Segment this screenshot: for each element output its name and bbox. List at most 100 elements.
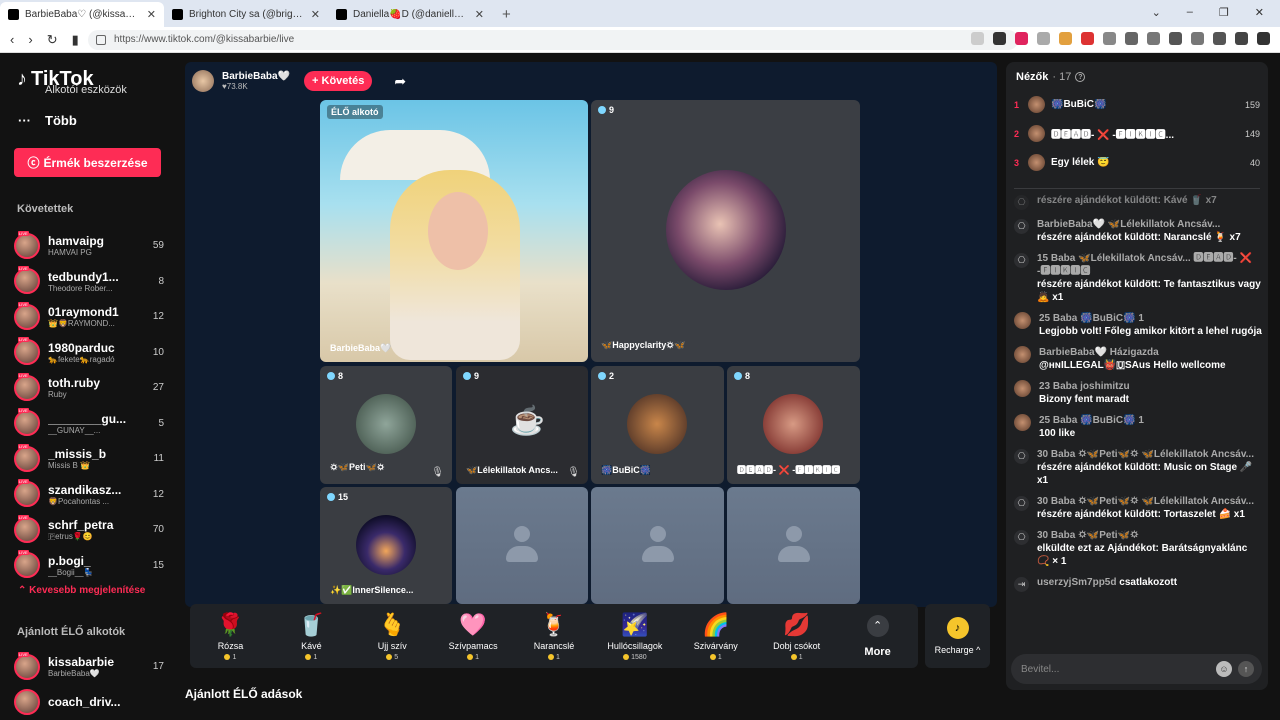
- more-menu[interactable]: ··· Több: [18, 113, 77, 128]
- chat-input[interactable]: Bevitel... ☺ ↑: [1011, 654, 1262, 684]
- browser-tab-1[interactable]: Brighton City sa (@brighton.city) ÉLŐ ✕: [164, 2, 328, 27]
- viewer-count: 5: [158, 417, 164, 429]
- message-author[interactable]: 30 Baba 🌣🦋Peti🦋🌣: [1037, 529, 1262, 542]
- message-author[interactable]: BarbieBaba🤍 🦋Lélekillatok Ancsáv...: [1037, 218, 1262, 231]
- gift-price: 1: [798, 653, 803, 661]
- shooting-star-icon: 🌠: [621, 611, 649, 637]
- recommended-creators-title: Ajánlott ÉLŐ alkotók: [17, 626, 126, 638]
- gift-heart-puff[interactable]: 🩷 Szívpamacs 1: [433, 612, 514, 661]
- browser-tab-0[interactable]: BarbieBaba♡ (@kissabarbie) ... ✕: [0, 2, 164, 27]
- following-item[interactable]: LIVE toth.ruby Ruby 27: [14, 370, 164, 406]
- ai-icon[interactable]: [1213, 32, 1226, 45]
- gift-finger-heart[interactable]: 🫰 Ujj szív 5: [352, 612, 433, 661]
- message-author[interactable]: 23 Baba joshimitzu: [1039, 380, 1262, 393]
- following-item[interactable]: LIVE 01raymond1 👑🦁RAYMOND... 12: [14, 299, 164, 335]
- guest-cell-host[interactable]: ÉLŐ alkotó BarbieBaba🤍: [320, 100, 588, 362]
- minimize-icon[interactable]: –: [1187, 6, 1193, 27]
- site-info-icon[interactable]: [96, 34, 106, 45]
- tiktok-logo[interactable]: ♪ TikTok: [17, 68, 94, 91]
- host-avatar[interactable]: [192, 70, 214, 92]
- brave-rewards-icon[interactable]: [1015, 32, 1028, 45]
- follow-button[interactable]: + Követés: [304, 71, 373, 91]
- guest-cell[interactable]: 2 🎆BuBiC🎆: [591, 366, 724, 484]
- recharge-button[interactable]: ♪ Recharge ^: [925, 604, 990, 668]
- url-field[interactable]: https://www.tiktok.com/@kissabarbie/live: [88, 29, 1018, 50]
- close-tab-icon[interactable]: ✕: [147, 8, 156, 21]
- show-less-link[interactable]: ⌃ Kevesebb megjelenítése: [18, 585, 145, 596]
- vpn-shield-icon[interactable]: [1235, 32, 1248, 45]
- menu-icon[interactable]: [1257, 32, 1270, 45]
- tab-list-icon[interactable]: ⌄: [1152, 6, 1161, 27]
- gift-blow-kiss[interactable]: 💋 Dobj csókot 1: [756, 612, 837, 661]
- gift-orange-juice[interactable]: 🍹 Narancslé 1: [514, 612, 595, 661]
- gift-rose[interactable]: 🌹 Rózsa 1: [190, 612, 271, 661]
- avatar[interactable]: [1014, 380, 1031, 397]
- guest-cell[interactable]: 8 🅳🅴🅰🅳- ❌ -🅵🅸🅺🅸🅲: [727, 366, 860, 484]
- host-name[interactable]: BarbieBaba🤍: [222, 71, 290, 82]
- more-gifts-button[interactable]: ⌃ More: [837, 614, 918, 658]
- top-viewer-row[interactable]: 3 Egy lélek 😇 40: [1014, 148, 1260, 177]
- new-tab-icon[interactable]: +: [492, 6, 521, 27]
- hls-icon[interactable]: [1081, 32, 1094, 45]
- gift-rainbow[interactable]: 🌈 Szivárvány 1: [675, 612, 756, 661]
- guest-cell[interactable]: 8 🌣🦋Peti🦋🌣 🎙: [320, 366, 452, 484]
- empty-guest-slot[interactable]: [727, 487, 860, 604]
- info-icon[interactable]: ?: [1075, 72, 1086, 82]
- guest-level: 15: [338, 492, 349, 502]
- following-item[interactable]: LIVE p.bogi_ __Bogii__💺 15: [14, 548, 164, 584]
- following-item[interactable]: LIVE szandikasz... 🦁Pocahontas ... 12: [14, 477, 164, 513]
- avatar: [1028, 125, 1045, 142]
- viewer-count: 70: [152, 524, 164, 536]
- extension-icon[interactable]: [1059, 32, 1072, 45]
- close-tab-icon[interactable]: ✕: [475, 8, 484, 21]
- emoji-icon[interactable]: ☺: [1216, 661, 1232, 677]
- avatar[interactable]: [1014, 346, 1031, 363]
- puzzle-icon[interactable]: [1103, 32, 1116, 45]
- sidebar-icon[interactable]: [1169, 32, 1182, 45]
- shield-icon[interactable]: [993, 32, 1006, 45]
- following-item[interactable]: LIVE _missis_b Missis B 👑 11: [14, 441, 164, 477]
- zoom-icon[interactable]: [971, 32, 984, 45]
- empty-guest-slot[interactable]: [591, 487, 724, 604]
- gift-shooting-stars[interactable]: 🌠 Hullócsillagok 1580: [594, 612, 675, 661]
- guest-cell[interactable]: 9 ☕ 🦋Lélekillatok Ancs... 🎙: [456, 366, 588, 484]
- message-author[interactable]: 30 Baba 🌣🦋Peti🦋🌣 🦋Lélekillatok Ancsáv...: [1037, 448, 1262, 461]
- message-author[interactable]: BarbieBaba🤍 Házigazda: [1039, 346, 1262, 359]
- guest-cell[interactable]: 15 ✨✅InnerSilence...: [320, 487, 452, 604]
- send-icon[interactable]: ↑: [1238, 661, 1254, 677]
- recommended-item[interactable]: LIVE kissabarbie BarbieBaba🤍 17: [14, 649, 164, 685]
- following-item[interactable]: LIVE 1980parduc 🐆fekete🐆ragadó 10: [14, 335, 164, 371]
- wallet-icon[interactable]: [1191, 32, 1204, 45]
- get-coins-button[interactable]: ⓒ Érmék beszerzése: [14, 148, 161, 177]
- download-icon[interactable]: [1147, 32, 1160, 45]
- forward-icon[interactable]: ›: [28, 32, 32, 48]
- viewer-count: · 17: [1052, 71, 1072, 83]
- message-author[interactable]: 30 Baba 🌣🦋Peti🦋🌣 🦋Lélekillatok Ancsáv...: [1037, 495, 1262, 508]
- close-window-icon[interactable]: ✕: [1255, 6, 1264, 27]
- guest-cell[interactable]: 9 🦋Happyclarity🌣🦋: [591, 100, 860, 362]
- gift-coffee[interactable]: 🥤 Kávé 1: [271, 612, 352, 661]
- message-author[interactable]: 15 Baba 🦋Lélekillatok Ancsáv... 🅳🅴🅰🅳- ❌ …: [1037, 252, 1262, 278]
- following-item[interactable]: LIVE ________gu... __GUNAY__... 5: [14, 406, 164, 442]
- top-viewer-row[interactable]: 1 🎆BuBiC🎆 159: [1014, 90, 1260, 119]
- avatar[interactable]: [1014, 414, 1031, 431]
- browser-tab-2[interactable]: Daniella🍓D (@daniellaaaa05) Él ✕: [328, 2, 492, 27]
- share-icon[interactable]: ➦: [394, 73, 406, 90]
- message-author[interactable]: 25 Baba 🎆BuBiC🎆 1: [1039, 312, 1262, 325]
- reload-icon[interactable]: ↻: [47, 32, 58, 48]
- back-icon[interactable]: ‹: [10, 32, 14, 48]
- vpn-icon[interactable]: [1037, 32, 1050, 45]
- avatar[interactable]: [1014, 312, 1031, 329]
- close-tab-icon[interactable]: ✕: [311, 8, 320, 21]
- empty-guest-slot[interactable]: [456, 487, 588, 604]
- following-item[interactable]: LIVE schrf_petra 🇵etrus🌹😊 70: [14, 512, 164, 548]
- top-viewer-row[interactable]: 2 🅳🅴🅰🅳- ❌ -🅵🅸🅺🅸🅲... 149: [1014, 119, 1260, 148]
- following-item[interactable]: LIVE hamvaipg HAMVAI PG 59: [14, 228, 164, 264]
- message-author[interactable]: userzyjSm7pp5d: [1037, 577, 1116, 588]
- message-author[interactable]: 25 Baba 🎆BuBiC🎆 1: [1039, 414, 1262, 427]
- restore-icon[interactable]: ❐: [1219, 6, 1229, 27]
- following-item[interactable]: LIVE tedbundy1... Theodore Rober... 8: [14, 264, 164, 300]
- recommended-item[interactable]: coach_driv...: [14, 685, 164, 720]
- music-icon[interactable]: [1125, 32, 1138, 45]
- bookmark-icon[interactable]: ▮: [72, 32, 79, 48]
